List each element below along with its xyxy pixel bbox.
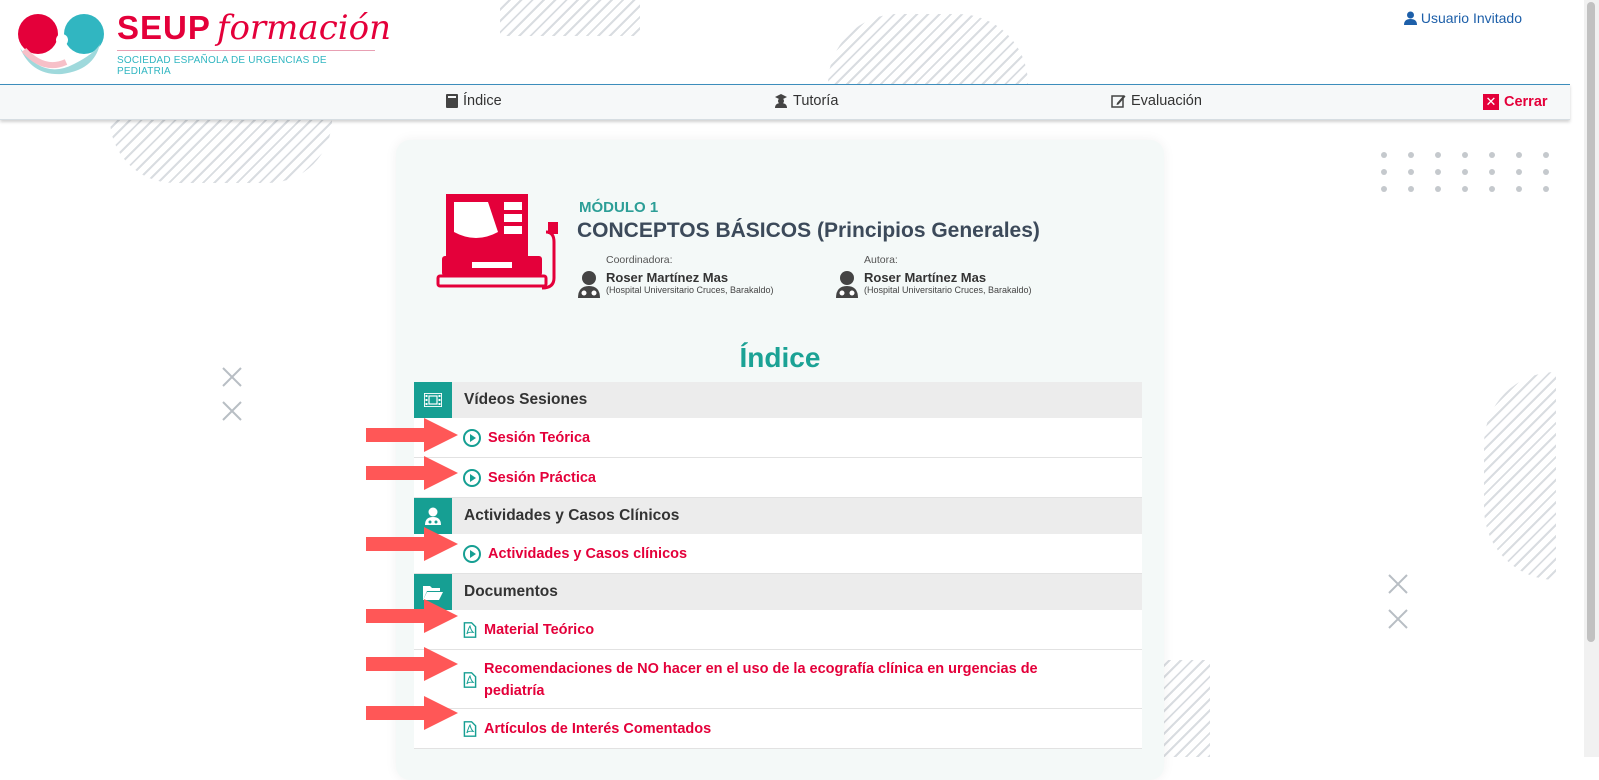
annotation-arrow-icon: [366, 527, 458, 561]
nav-index[interactable]: Índice: [446, 93, 502, 109]
decorative-x-icon: [1388, 609, 1408, 629]
brand-title: SEUP: [117, 9, 211, 46]
section-header-videos: Vídeos Sesiones: [414, 382, 1142, 418]
nav-evaluacion-label: Evaluación: [1131, 93, 1202, 109]
edit-icon: [1111, 95, 1126, 108]
brand-script: formación: [216, 8, 391, 48]
pdf-icon: [463, 622, 477, 638]
decorative-stripes: [1160, 660, 1210, 757]
annotation-arrow-icon: [366, 696, 458, 730]
brand-subtitle: SOCIEDAD ESPAÑOLA DE URGENCIAS DE PEDIAT…: [117, 50, 375, 77]
list-item-label[interactable]: Recomendaciones de NO hacer en el uso de…: [484, 658, 1094, 702]
book-icon: [446, 94, 458, 108]
list-item-sesion-teorica[interactable]: Sesión Teórica: [414, 418, 1142, 458]
list-item-sesion-practica[interactable]: Sesión Práctica: [414, 458, 1142, 498]
author-name: Roser Martínez Mas: [864, 270, 987, 285]
list-item-label[interactable]: Sesión Teórica: [488, 427, 590, 449]
user-menu-link[interactable]: Usuario Invitado: [1403, 10, 1522, 26]
index-list: Vídeos Sesiones Sesión Teórica Sesión Pr…: [414, 382, 1142, 749]
nav-index-label: Índice: [463, 93, 502, 109]
module-number: MÓDULO 1: [579, 199, 659, 216]
author-info: Autora: Roser Martínez Mas (Hospital Uni…: [836, 254, 1032, 298]
close-icon: ✕: [1483, 94, 1499, 110]
nav-tutoria-label: Tutoría: [793, 93, 839, 109]
pdf-icon: [463, 721, 477, 737]
doctor-person-icon: [836, 271, 858, 298]
coordinator-role: Coordinadora:: [606, 254, 673, 266]
annotation-arrow-icon: [366, 599, 458, 633]
scrollbar-track[interactable]: [1584, 0, 1599, 757]
decorative-dots: [1381, 152, 1549, 192]
section-header-actividades: Actividades y Casos Clínicos: [414, 498, 1142, 534]
list-item-recomendaciones[interactable]: Recomendaciones de NO hacer en el uso de…: [414, 650, 1142, 709]
decorative-x-icon: [222, 367, 242, 387]
decorative-x-icon: [222, 401, 242, 421]
play-circle-icon: [463, 429, 481, 447]
play-circle-icon: [463, 469, 481, 487]
brand-text: SEUP formación SOCIEDAD ESPAÑOLA DE URGEN…: [117, 8, 391, 77]
author-role: Autora:: [864, 254, 898, 266]
list-item-actividades-casos[interactable]: Actividades y Casos clínicos: [414, 534, 1142, 574]
nav-tutoria[interactable]: Tutoría: [774, 93, 838, 109]
section-header-documentos: Documentos: [414, 574, 1142, 610]
nav-evaluacion[interactable]: Evaluación: [1111, 93, 1202, 109]
annotation-arrow-icon: [366, 647, 458, 681]
author-institution: (Hospital Universitario Cruces, Barakald…: [864, 285, 1032, 295]
coordinator-name: Roser Martínez Mas: [606, 270, 729, 285]
coordinator-info: Coordinadora: Roser Martínez Mas (Hospit…: [578, 254, 774, 298]
decorative-stripes: [1484, 372, 1556, 580]
scrollbar-thumb[interactable]: [1587, 2, 1595, 642]
user-icon: [1403, 11, 1417, 25]
site-header: SEUP formación SOCIEDAD ESPAÑOLA DE URGEN…: [0, 0, 1580, 84]
film-icon: [414, 382, 452, 418]
seup-logo-icon[interactable]: [14, 10, 114, 76]
main-nav: Índice Tutoría Evaluación ✕ Cerrar: [0, 84, 1570, 120]
section-title: Documentos: [464, 583, 558, 600]
teacher-icon: [775, 94, 787, 108]
list-item-material-teorico[interactable]: Material Teórico: [414, 610, 1142, 650]
decorative-x-icon: [1388, 574, 1408, 594]
section-title: Vídeos Sesiones: [464, 391, 588, 408]
user-label: Usuario Invitado: [1420, 10, 1522, 26]
ultrasound-machine-icon: [436, 194, 558, 290]
section-title: Actividades y Casos Clínicos: [464, 507, 680, 524]
play-circle-icon: [463, 545, 481, 563]
close-label: Cerrar: [1504, 94, 1548, 110]
doctor-person-icon: [578, 271, 600, 298]
list-item-label[interactable]: Artículos de Interés Comentados: [484, 718, 711, 740]
coordinator-institution: (Hospital Universitario Cruces, Barakald…: [606, 285, 774, 295]
decorative-stripes: [110, 119, 332, 183]
list-item-articulos[interactable]: Artículos de Interés Comentados: [414, 709, 1142, 749]
list-item-label[interactable]: Sesión Práctica: [488, 467, 596, 489]
index-heading: Índice: [739, 342, 821, 373]
annotation-arrow-icon: [366, 418, 458, 452]
list-item-label[interactable]: Material Teórico: [484, 619, 594, 641]
pdf-icon: [463, 672, 477, 688]
close-button[interactable]: ✕ Cerrar: [1483, 94, 1548, 110]
list-item-label[interactable]: Actividades y Casos clínicos: [488, 543, 687, 565]
module-title: CONCEPTOS BÁSICOS (Principios Generales): [577, 219, 1040, 242]
annotation-arrow-icon: [366, 456, 458, 490]
